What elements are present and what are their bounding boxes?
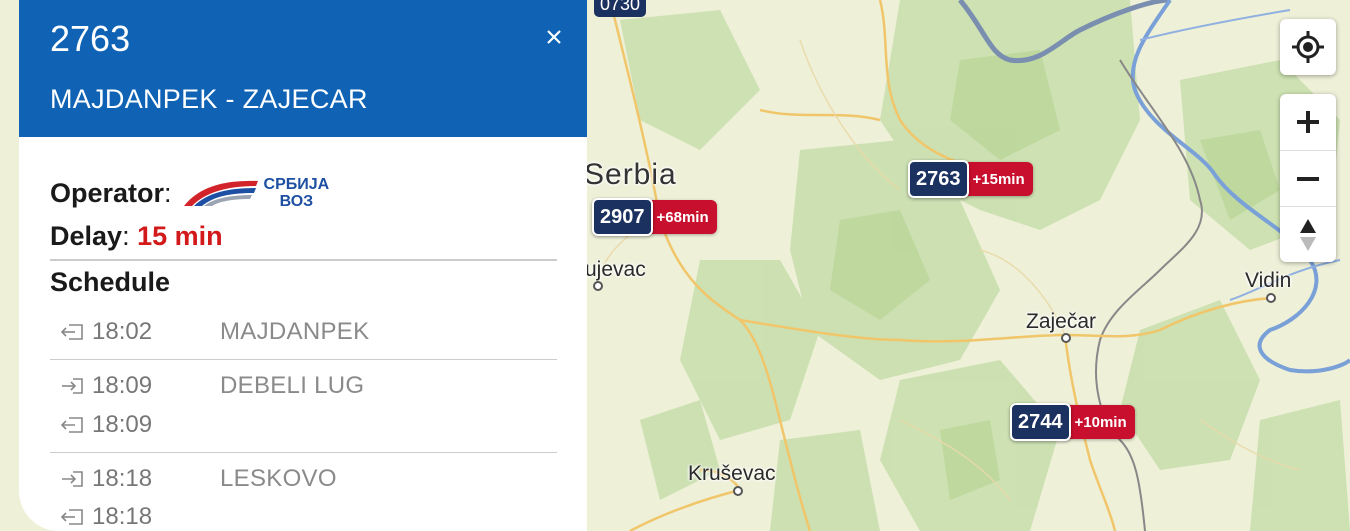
train-marker-number: 2907 (592, 198, 653, 236)
close-icon (547, 30, 561, 44)
close-button[interactable] (539, 22, 569, 52)
train-details-panel: 2763 MAJDANPEK - ZAJECAR Operator: СРБИЈ… (19, 0, 587, 531)
departure-time-row: 18:09 (60, 411, 152, 439)
srbija-voz-logo: СРБИЈА ВОЗ (180, 176, 330, 210)
train-marker-number: 2763 (908, 160, 969, 198)
divider (50, 359, 557, 360)
compass-icon (1300, 218, 1316, 251)
delay-row: Delay: 15 min (50, 221, 223, 252)
train-marker-number: 2744 (1010, 403, 1071, 441)
plus-icon (1297, 111, 1319, 133)
operator-colon: : (164, 177, 172, 208)
arrival-time-row: 18:09 (60, 372, 152, 400)
divider (50, 259, 557, 261)
departure-time: 18:18 (92, 503, 153, 530)
locate-control[interactable] (1280, 19, 1336, 75)
locate-button[interactable] (1280, 19, 1336, 75)
city-dot-vidin (1266, 293, 1276, 303)
departure-time: 18:02 (92, 318, 153, 345)
arrival-time: 18:09 (92, 372, 153, 399)
arrival-icon (62, 378, 83, 394)
compass-button[interactable] (1280, 206, 1336, 262)
operator-row: Operator: СРБИЈА ВОЗ (50, 176, 329, 210)
train-route: MAJDANPEK - ZAJECAR (50, 84, 368, 114)
delay-colon: : (122, 221, 138, 251)
delay-label: Delay (50, 221, 123, 251)
departure-time: 18:09 (92, 411, 153, 438)
arrival-time: 18:18 (92, 465, 153, 492)
departure-icon (60, 417, 83, 433)
train-marker-delay: +10min (1064, 405, 1135, 439)
station-name: LESKOVO (220, 465, 337, 492)
arrival-icon (62, 471, 83, 487)
locate-icon (1292, 31, 1324, 63)
train-marker-delay: +15min (962, 162, 1033, 196)
minus-icon (1297, 176, 1319, 181)
place-label-vidin: Vidin (1245, 269, 1292, 292)
place-label-serbia: Serbia (584, 158, 677, 191)
train-marker-delay: +68min (646, 200, 717, 234)
train-number: 2763 (50, 18, 131, 59)
train-marker-2763[interactable]: 2763 +15min (908, 160, 1033, 198)
schedule-stop-leskovo: 18:18 LESKOVO 18:18 (50, 455, 557, 531)
schedule-title: Schedule (50, 267, 171, 297)
arrival-time-row: 18:18 (60, 465, 152, 493)
srbija-voz-logo-icon (183, 180, 258, 206)
place-label-krusevac: Kruševac (688, 462, 776, 485)
city-dot-kragujevac (593, 281, 603, 291)
city-dot-krusevac (733, 486, 743, 496)
station-name: DEBELI LUG (220, 372, 365, 399)
logo-text-line-2: ВОЗ (279, 193, 314, 210)
zoom-controls (1280, 94, 1336, 262)
divider (50, 452, 557, 453)
operator-label: Operator (50, 177, 165, 208)
city-dot-zajecar (1061, 333, 1071, 343)
train-marker-2744[interactable]: 2744 +10min (1010, 403, 1135, 441)
departure-time-row: 18:18 (60, 503, 152, 531)
station-name: MAJDANPEK (220, 318, 370, 345)
logo-text-line-1: СРБИЈА (263, 176, 330, 193)
departure-icon (60, 509, 83, 525)
departure-time-row: 18:02 (60, 318, 152, 346)
zoom-in-button[interactable] (1280, 94, 1336, 150)
place-label-zajecar: Zaječar (1026, 310, 1097, 333)
panel-header: 2763 MAJDANPEK - ZAJECAR (19, 0, 587, 137)
delay-value: 15 min (137, 221, 223, 251)
zoom-out-button[interactable] (1280, 150, 1336, 206)
departure-icon (60, 324, 83, 340)
schedule-stop-majdanpek: 18:02 MAJDANPEK (50, 310, 557, 360)
partial-train-marker[interactable]: 0730 (594, 0, 647, 17)
place-label-kragujevac: ujevac (585, 258, 646, 281)
train-marker-2907[interactable]: 2907 +68min (592, 198, 717, 236)
logo-text: СРБИЈА ВОЗ (264, 176, 330, 210)
schedule-stop-debeli-lug: 18:09 DEBELI LUG 18:09 (50, 362, 557, 454)
